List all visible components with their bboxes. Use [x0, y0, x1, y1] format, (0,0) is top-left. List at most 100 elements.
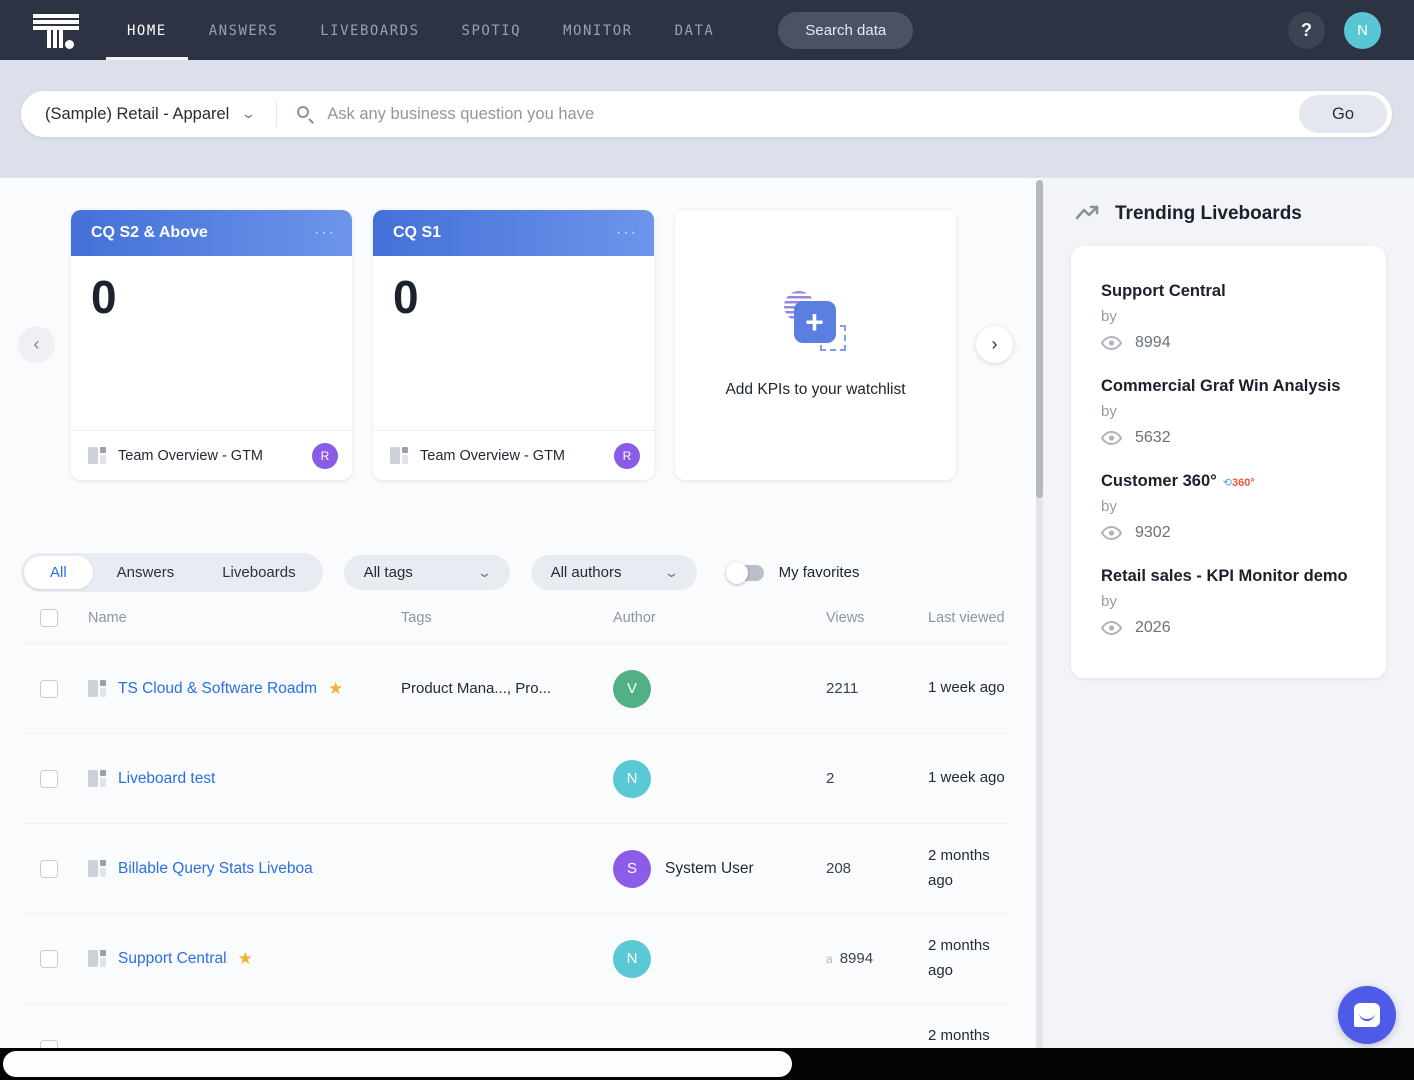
select-all-checkbox[interactable] — [40, 609, 58, 627]
vertical-scrollbar-thumb[interactable] — [1036, 180, 1043, 498]
row-name-cell: Support Central ★ — [81, 949, 394, 969]
thoughtspot-logo-icon[interactable] — [33, 10, 79, 50]
search-bar: (Sample) Retail - Apparel ⌄ Go — [21, 91, 1392, 137]
kpi-watchlist-carousel: CQ S2 & Above···0Team Overview - GTMRCQ … — [0, 210, 1040, 480]
row-name-link[interactable]: Liveboard test — [118, 770, 215, 788]
table-header-row: Name Tags Author Views Last viewed — [21, 592, 1011, 644]
filter-bar: AllAnswersLiveboards All tags ⌄ All auth… — [21, 553, 1040, 592]
author-avatar: S — [613, 850, 651, 888]
eye-icon — [1101, 336, 1122, 350]
trending-item-views: 9302 — [1101, 524, 1358, 542]
row-views-cell: 2 — [819, 770, 913, 787]
vertical-scrollbar[interactable] — [1036, 180, 1043, 1050]
views-count: 2026 — [1135, 619, 1171, 637]
row-last-viewed-cell: 2 months ago — [913, 934, 1011, 984]
chat-bubble-icon — [1354, 1003, 1380, 1027]
trending-item-name[interactable]: Retail sales - KPI Monitor demo — [1101, 567, 1358, 586]
nav-tabs: HOMEANSWERSLIVEBOARDSSPOTIQMONITORDATA — [106, 0, 735, 60]
go-button[interactable]: Go — [1299, 95, 1387, 133]
favorite-star-icon[interactable]: ★ — [238, 949, 253, 969]
tags-filter-dropdown[interactable]: All tags ⌄ — [344, 555, 510, 590]
chevron-down-icon: ⌄ — [477, 565, 492, 581]
tab-monitor[interactable]: MONITOR — [542, 0, 654, 60]
row-author-cell: S System User — [606, 850, 819, 888]
views-count: 5632 — [1135, 429, 1171, 447]
row-checkbox[interactable] — [40, 950, 58, 968]
authors-filter-dropdown[interactable]: All authors ⌄ — [531, 555, 697, 590]
row-views-cell: 208 — [819, 860, 913, 877]
owner-avatar: R — [614, 443, 640, 469]
chat-launcher-button[interactable] — [1338, 986, 1396, 1044]
carousel-next-button[interactable]: › — [976, 326, 1013, 363]
views-value: 8994 — [840, 950, 873, 967]
segment-all[interactable]: All — [24, 556, 93, 589]
trending-item[interactable]: Customer 360°⟲360°by9302 — [1101, 472, 1358, 542]
trending-item[interactable]: Support Centralby8994 — [1101, 282, 1358, 352]
tab-spotiq[interactable]: SPOTIQ — [441, 0, 543, 60]
liveboard-icon — [88, 859, 107, 878]
nav-right-group: ? N — [1288, 12, 1381, 49]
my-favorites-toggle[interactable] — [728, 565, 764, 581]
trending-card: Support Centralby8994 Commercial Graf Win… — [1071, 246, 1386, 678]
column-header-author[interactable]: Author — [606, 610, 819, 626]
search-input[interactable] — [327, 105, 1299, 124]
trending-item-name[interactable]: Commercial Graf Win Analysis — [1101, 377, 1358, 396]
trending-item-name[interactable]: Customer 360°⟲360° — [1101, 472, 1358, 491]
trending-sidebar: Trending Liveboards Support Centralby899… — [1040, 178, 1414, 1080]
help-button[interactable]: ? — [1288, 12, 1325, 49]
authors-filter-label: All authors — [551, 564, 622, 581]
row-name-link[interactable]: Billable Query Stats Liveboa — [118, 860, 313, 878]
kpi-source-liveboard[interactable]: Team Overview - GTM — [420, 448, 603, 464]
kpi-source-liveboard[interactable]: Team Overview - GTM — [118, 448, 301, 464]
trending-item-name[interactable]: Support Central — [1101, 282, 1358, 301]
my-favorites-toggle-group: My favorites — [728, 564, 860, 581]
add-kpi-label: Add KPIs to your watchlist — [725, 381, 905, 399]
kpi-card-footer[interactable]: Team Overview - GTM R — [71, 430, 352, 480]
segment-liveboards[interactable]: Liveboards — [198, 556, 319, 589]
row-name-link[interactable]: TS Cloud & Software Roadm — [118, 680, 317, 698]
favorite-star-icon[interactable]: ★ — [328, 679, 343, 699]
tab-data[interactable]: DATA — [654, 0, 736, 60]
row-tags-cell: Product Mana..., Pro... — [394, 680, 606, 697]
content-type-segmented-control: AllAnswersLiveboards — [21, 553, 323, 592]
author-avatar: V — [613, 670, 651, 708]
liveboard-icon — [88, 949, 107, 968]
tab-answers[interactable]: ANSWERS — [188, 0, 300, 60]
column-header-last-viewed[interactable]: Last viewed — [913, 610, 1011, 626]
author-name: System User — [665, 860, 754, 878]
kpi-card-menu-icon[interactable]: ··· — [616, 224, 638, 242]
row-checkbox[interactable] — [40, 860, 58, 878]
column-header-tags[interactable]: Tags — [394, 610, 606, 626]
owner-avatar: R — [312, 443, 338, 469]
kpi-card-menu-icon[interactable]: ··· — [314, 224, 336, 242]
row-last-viewed-cell: 1 week ago — [913, 766, 1011, 791]
kpi-card-footer[interactable]: Team Overview - GTM R — [373, 430, 654, 480]
360-badge-icon: ⟲360° — [1223, 477, 1255, 489]
row-last-viewed-cell: 2 months ago — [913, 844, 1011, 894]
table-row: Liveboard testN21 week ago — [21, 734, 1011, 824]
carousel-prev-button[interactable]: ‹ — [18, 326, 55, 363]
trending-item[interactable]: Commercial Graf Win Analysisby5632 — [1101, 377, 1358, 447]
views-count: 9302 — [1135, 524, 1171, 542]
column-header-views[interactable]: Views — [819, 610, 913, 626]
tab-home[interactable]: HOME — [106, 0, 188, 60]
tab-liveboards[interactable]: LIVEBOARDS — [299, 0, 440, 60]
row-name-cell: Billable Query Stats Liveboa — [81, 859, 394, 878]
my-favorites-label: My favorites — [779, 564, 860, 581]
row-checkbox[interactable] — [40, 770, 58, 788]
segment-answers[interactable]: Answers — [93, 556, 199, 589]
views-count: 8994 — [1135, 334, 1171, 352]
dataset-selector[interactable]: (Sample) Retail - Apparel ⌄ — [45, 105, 254, 124]
row-name-link[interactable]: Support Central — [118, 950, 227, 968]
bottom-scrollbar-thumb[interactable] — [3, 1051, 792, 1077]
plus-icon: + — [805, 307, 824, 337]
eye-icon — [1101, 526, 1122, 540]
add-kpi-card[interactable]: + Add KPIs to your watchlist — [675, 210, 956, 480]
row-checkbox-cell — [21, 770, 81, 788]
search-data-button[interactable]: Search data — [778, 12, 913, 49]
row-checkbox[interactable] — [40, 680, 58, 698]
user-avatar[interactable]: N — [1344, 12, 1381, 49]
column-header-name[interactable]: Name — [81, 610, 394, 626]
trending-item[interactable]: Retail sales - KPI Monitor demoby2026 — [1101, 567, 1358, 637]
eye-icon — [1101, 621, 1122, 635]
